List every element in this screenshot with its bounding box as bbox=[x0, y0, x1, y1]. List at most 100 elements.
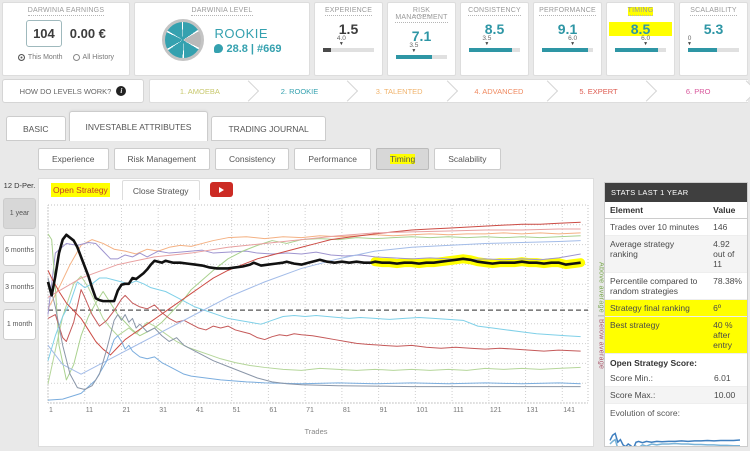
tab-experience[interactable]: Experience bbox=[38, 148, 109, 170]
stats-header-row: Element Value bbox=[605, 202, 747, 219]
tab-scalability[interactable]: Scalability bbox=[434, 148, 501, 170]
x-tick-label: 141 bbox=[563, 407, 575, 414]
marker-caret-icon: ▼ bbox=[687, 41, 692, 47]
evolution-of-score-label: Evolution of score: bbox=[610, 408, 680, 418]
table-row: Average strategy ranking 4.92 out of 11 bbox=[605, 235, 747, 273]
attr-progress-bar bbox=[323, 48, 374, 52]
tab-consistency[interactable]: Consistency bbox=[215, 148, 290, 170]
period-1-year-button[interactable]: 1 year bbox=[3, 198, 36, 229]
x-tick-label: 61 bbox=[269, 407, 277, 414]
radio-all-history-label: All History bbox=[82, 54, 115, 61]
open-strategy-score-title: Open Strategy Score: bbox=[610, 358, 697, 368]
attribute-tab-bar: Experience Risk Management Consistency P… bbox=[38, 148, 501, 170]
attr-title: PERFORMANCE bbox=[539, 7, 596, 16]
x-tick-label: 21 bbox=[122, 407, 130, 414]
play-icon bbox=[218, 186, 224, 193]
x-tick-label: 131 bbox=[527, 407, 539, 414]
level-step-advanced[interactable]: 4. ADVANCED bbox=[449, 79, 558, 103]
radio-this-month-label: This Month bbox=[27, 54, 63, 61]
col-element: Element bbox=[605, 202, 709, 219]
score-table: Score Min.: 6.01 Score Max.: 10.00 bbox=[605, 370, 747, 404]
strategy-tab-bar: Open Strategy Close Strategy bbox=[39, 179, 593, 200]
attr-progress-bar bbox=[542, 48, 593, 52]
how-levels-work-button[interactable]: HOW DO LEVELS WORK? i bbox=[2, 79, 144, 103]
level-name: ROOKIE bbox=[214, 25, 269, 41]
level-step-expert[interactable]: 5. EXPERT bbox=[548, 79, 658, 103]
x-tick-label: 111 bbox=[453, 407, 464, 414]
table-row-highlighted: Best strategy 40 % after entry bbox=[605, 316, 747, 354]
score-evolution-sparkline bbox=[609, 432, 741, 446]
marker-caret-icon: ▼ bbox=[643, 41, 649, 47]
darwin-icon bbox=[214, 44, 224, 53]
attr-value: 1.5 bbox=[338, 21, 359, 37]
tab-timing[interactable]: Timing bbox=[376, 148, 430, 170]
attribute-card-scalability: SCALABILITY 5.3 0 ▼ bbox=[679, 2, 748, 76]
level-step-rookie[interactable]: 2. ROOKIE bbox=[249, 79, 359, 103]
tab-basic[interactable]: BASIC bbox=[6, 116, 66, 141]
period-6-months-button[interactable]: 6 months bbox=[3, 235, 36, 266]
period-3-months-button[interactable]: 3 months bbox=[3, 272, 36, 303]
x-tick-label: 11 bbox=[86, 407, 93, 414]
x-tick-label: 101 bbox=[416, 407, 428, 414]
level-step-talented[interactable]: 3. TALENTED bbox=[349, 79, 459, 103]
tab-trading-journal[interactable]: TRADING JOURNAL bbox=[211, 116, 326, 141]
attribute-card-risk-management: RISK MANAGEMENT 7.1 3.5 ▼ bbox=[387, 2, 456, 76]
x-tick-label: 71 bbox=[306, 407, 314, 414]
x-tick-label: 121 bbox=[490, 407, 502, 414]
attr-title: SCALABILITY bbox=[690, 7, 737, 16]
attr-progress-bar bbox=[615, 48, 666, 52]
top-cards-row: DARWINIA EARNINGS 104 0.00 € This Month … bbox=[2, 2, 748, 76]
tab-open-strategy[interactable]: Open Strategy bbox=[41, 180, 120, 200]
level-score: 28.8 | #669 bbox=[214, 43, 282, 55]
tab-investable-attributes[interactable]: INVESTABLE ATTRIBUTES bbox=[68, 111, 209, 141]
period-1-month-button[interactable]: 1 month bbox=[3, 309, 36, 340]
tab-risk-management[interactable]: Risk Management bbox=[113, 148, 211, 170]
how-levels-work-label: HOW DO LEVELS WORK? bbox=[19, 86, 112, 96]
stats-table: Element Value Trades over 10 minutes 146 … bbox=[605, 202, 747, 354]
col-value: Value bbox=[708, 202, 747, 219]
level-step-amoeba[interactable]: 1. AMOEBA bbox=[149, 79, 259, 103]
table-row-highlighted: Strategy final ranking 6º bbox=[605, 299, 747, 317]
attr-title: RISK MANAGEMENT bbox=[395, 7, 448, 23]
stats-panel: STATS LAST 1 YEAR Element Value Trades o… bbox=[604, 182, 748, 447]
x-tick-label: 81 bbox=[343, 407, 351, 414]
level-title: DARWINIA LEVEL bbox=[191, 7, 253, 16]
attr-value: 7.1 bbox=[411, 28, 432, 44]
earnings-title: DARWINIA EARNINGS bbox=[27, 7, 105, 16]
info-icon[interactable]: i bbox=[116, 86, 127, 96]
ranking-evolution-chart: 1 11 21 31 41 51 61 71 81 91 101 111 121 131 141 bbox=[46, 204, 589, 414]
tab-close-strategy[interactable]: Close Strategy bbox=[121, 180, 200, 200]
marker-caret-icon: ▼ bbox=[411, 48, 417, 54]
table-row: Trades over 10 minutes 146 bbox=[605, 218, 747, 236]
chart-series-purple bbox=[47, 241, 581, 315]
attribute-card-performance: PERFORMANCE 9.1 6.0 ▼ bbox=[533, 2, 602, 76]
chart-series-open-strategy bbox=[46, 233, 581, 303]
x-tick-label: 31 bbox=[159, 407, 167, 414]
earnings-count: 104 bbox=[26, 20, 62, 47]
marker-caret-icon: ▼ bbox=[570, 41, 576, 47]
stats-panel-header: STATS LAST 1 YEAR bbox=[605, 183, 747, 202]
period-sidebar: 12 D-Per. 1 year 6 months 3 months 1 mon… bbox=[3, 182, 36, 346]
chevron-right-icon bbox=[735, 80, 750, 102]
attr-title: TIMING bbox=[627, 7, 654, 16]
attr-value: 8.5 bbox=[609, 22, 672, 36]
earnings-amount: 0.00 € bbox=[69, 26, 106, 41]
x-tick-label: 51 bbox=[233, 407, 241, 414]
youtube-video-button[interactable] bbox=[209, 182, 233, 197]
chart-series-gray-blue bbox=[47, 277, 581, 391]
radio-this-month[interactable]: This Month bbox=[17, 54, 63, 61]
attribute-card-experience: EXPERIENCE 1.5 4.0 ▼ bbox=[314, 2, 383, 76]
level-step-pro[interactable]: 6. PRO bbox=[648, 79, 750, 103]
chart-series-green-descending bbox=[47, 275, 581, 384]
tab-performance[interactable]: Performance bbox=[294, 148, 372, 170]
chart-series-red-rising bbox=[47, 221, 581, 356]
attr-progress-bar bbox=[396, 55, 447, 59]
attr-title: EXPERIENCE bbox=[324, 7, 373, 16]
attr-progress-bar bbox=[469, 48, 520, 52]
attr-value: 5.3 bbox=[703, 21, 724, 37]
chart-series-blue-bottom bbox=[47, 335, 581, 401]
main-tab-bar: BASIC INVESTABLE ATTRIBUTES TRADING JOUR… bbox=[6, 111, 746, 141]
chart-x-axis-label: Trades bbox=[304, 427, 328, 436]
darwinia-earnings-card: DARWINIA EARNINGS 104 0.00 € This Month … bbox=[2, 2, 130, 76]
radio-all-history[interactable]: All History bbox=[72, 54, 115, 61]
